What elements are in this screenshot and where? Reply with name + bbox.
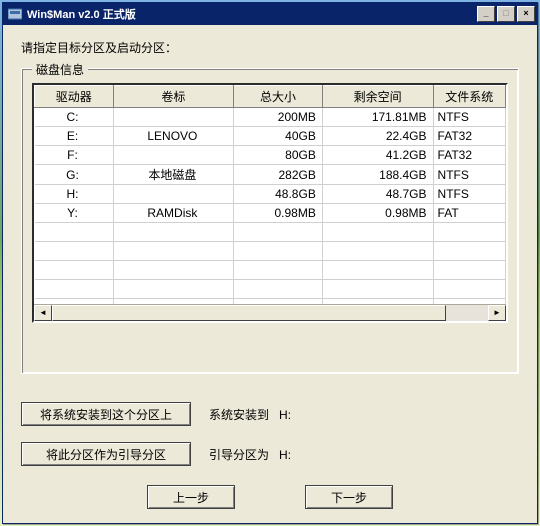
table-header-row: 驱动器 卷标 总大小 剩余空间 文件系统 xyxy=(35,86,506,108)
col-header-drive[interactable]: 驱动器 xyxy=(35,86,114,108)
cell-label: LENOVO xyxy=(113,127,234,146)
col-header-free[interactable]: 剩余空间 xyxy=(322,86,433,108)
cell-free: 41.2GB xyxy=(322,146,433,165)
scroll-right-button[interactable]: ► xyxy=(488,305,506,321)
table-row[interactable]: C: 200MB171.81MBNTFS xyxy=(35,108,506,127)
maximize-button[interactable]: □ xyxy=(497,6,515,22)
table-row[interactable]: E:LENOVO40GB22.4GBFAT32 xyxy=(35,127,506,146)
cell-drive: H: xyxy=(35,185,114,204)
cell-fs: NTFS xyxy=(433,108,505,127)
cell-free: 22.4GB xyxy=(322,127,433,146)
cell-drive: Y: xyxy=(35,204,114,223)
table-row[interactable]: Y:RAMDisk0.98MB0.98MBFAT xyxy=(35,204,506,223)
install-to-partition-button[interactable]: 将系统安装到这个分区上 xyxy=(21,402,191,426)
cell-drive: F: xyxy=(35,146,114,165)
instruction-text: 请指定目标分区及启动分区： xyxy=(21,39,519,56)
cell-total: 80GB xyxy=(234,146,323,165)
table-row-empty xyxy=(35,280,506,299)
app-window: Win$Man v2.0 正式版 _ □ × 请指定目标分区及启动分区： 磁盘信… xyxy=(2,2,538,524)
disk-listview[interactable]: 驱动器 卷标 总大小 剩余空间 文件系统 C:200MB171.81MBNTFS… xyxy=(32,83,508,323)
cell-drive: E: xyxy=(35,127,114,146)
table-row[interactable]: H: 48.8GB48.7GBNTFS xyxy=(35,185,506,204)
table-row-empty xyxy=(35,242,506,261)
table-row-empty xyxy=(35,261,506,280)
cell-total: 48.8GB xyxy=(234,185,323,204)
cell-free: 0.98MB xyxy=(322,204,433,223)
close-button[interactable]: × xyxy=(517,6,535,22)
set-boot-partition-button[interactable]: 将此分区作为引导分区 xyxy=(21,442,191,466)
group-label: 磁盘信息 xyxy=(32,61,88,78)
scroll-track[interactable] xyxy=(52,305,488,321)
minimize-button[interactable]: _ xyxy=(477,6,495,22)
cell-free: 171.81MB xyxy=(322,108,433,127)
scroll-left-button[interactable]: ◄ xyxy=(34,305,52,321)
cell-label xyxy=(113,185,234,204)
window-title: Win$Man v2.0 正式版 xyxy=(27,6,475,22)
scroll-thumb[interactable] xyxy=(52,305,446,321)
prev-button[interactable]: 上一步 xyxy=(147,485,235,509)
cell-label: RAMDisk xyxy=(113,204,234,223)
table-row[interactable]: F: 80GB41.2GBFAT32 xyxy=(35,146,506,165)
table-row-empty xyxy=(35,223,506,242)
cell-label: 本地磁盘 xyxy=(113,165,234,185)
col-header-fs[interactable]: 文件系统 xyxy=(433,86,505,108)
cell-total: 0.98MB xyxy=(234,204,323,223)
app-icon xyxy=(7,6,23,22)
boot-status-label: 引导分区为 H: xyxy=(209,446,291,463)
next-button[interactable]: 下一步 xyxy=(305,485,393,509)
col-header-label[interactable]: 卷标 xyxy=(113,86,234,108)
table-row[interactable]: G:本地磁盘282GB188.4GBNTFS xyxy=(35,165,506,185)
title-bar[interactable]: Win$Man v2.0 正式版 _ □ × xyxy=(3,3,537,25)
cell-fs: NTFS xyxy=(433,185,505,204)
cell-total: 282GB xyxy=(234,165,323,185)
disk-table: 驱动器 卷标 总大小 剩余空间 文件系统 C:200MB171.81MBNTFS… xyxy=(34,85,506,304)
boot-status-prefix: 引导分区为 xyxy=(209,448,269,462)
cell-free: 188.4GB xyxy=(322,165,433,185)
boot-status-drive: H: xyxy=(279,448,291,462)
cell-drive: G: xyxy=(35,165,114,185)
cell-total: 40GB xyxy=(234,127,323,146)
cell-drive: C: xyxy=(35,108,114,127)
cell-fs: FAT xyxy=(433,204,505,223)
disk-info-group: 磁盘信息 驱动器 卷标 总大小 剩余空间 文件 xyxy=(21,68,519,374)
cell-label xyxy=(113,108,234,127)
horizontal-scrollbar[interactable]: ◄ ► xyxy=(34,304,506,321)
install-status-prefix: 系统安装到 xyxy=(209,408,269,422)
cell-free: 48.7GB xyxy=(322,185,433,204)
cell-total: 200MB xyxy=(234,108,323,127)
cell-label xyxy=(113,146,234,165)
client-area: 请指定目标分区及启动分区： 磁盘信息 驱动器 卷标 总大小 xyxy=(3,25,537,523)
cell-fs: FAT32 xyxy=(433,127,505,146)
cell-fs: NTFS xyxy=(433,165,505,185)
install-status-drive: H: xyxy=(279,408,291,422)
install-status-label: 系统安装到 H: xyxy=(209,406,291,423)
col-header-total[interactable]: 总大小 xyxy=(234,86,323,108)
cell-fs: FAT32 xyxy=(433,146,505,165)
